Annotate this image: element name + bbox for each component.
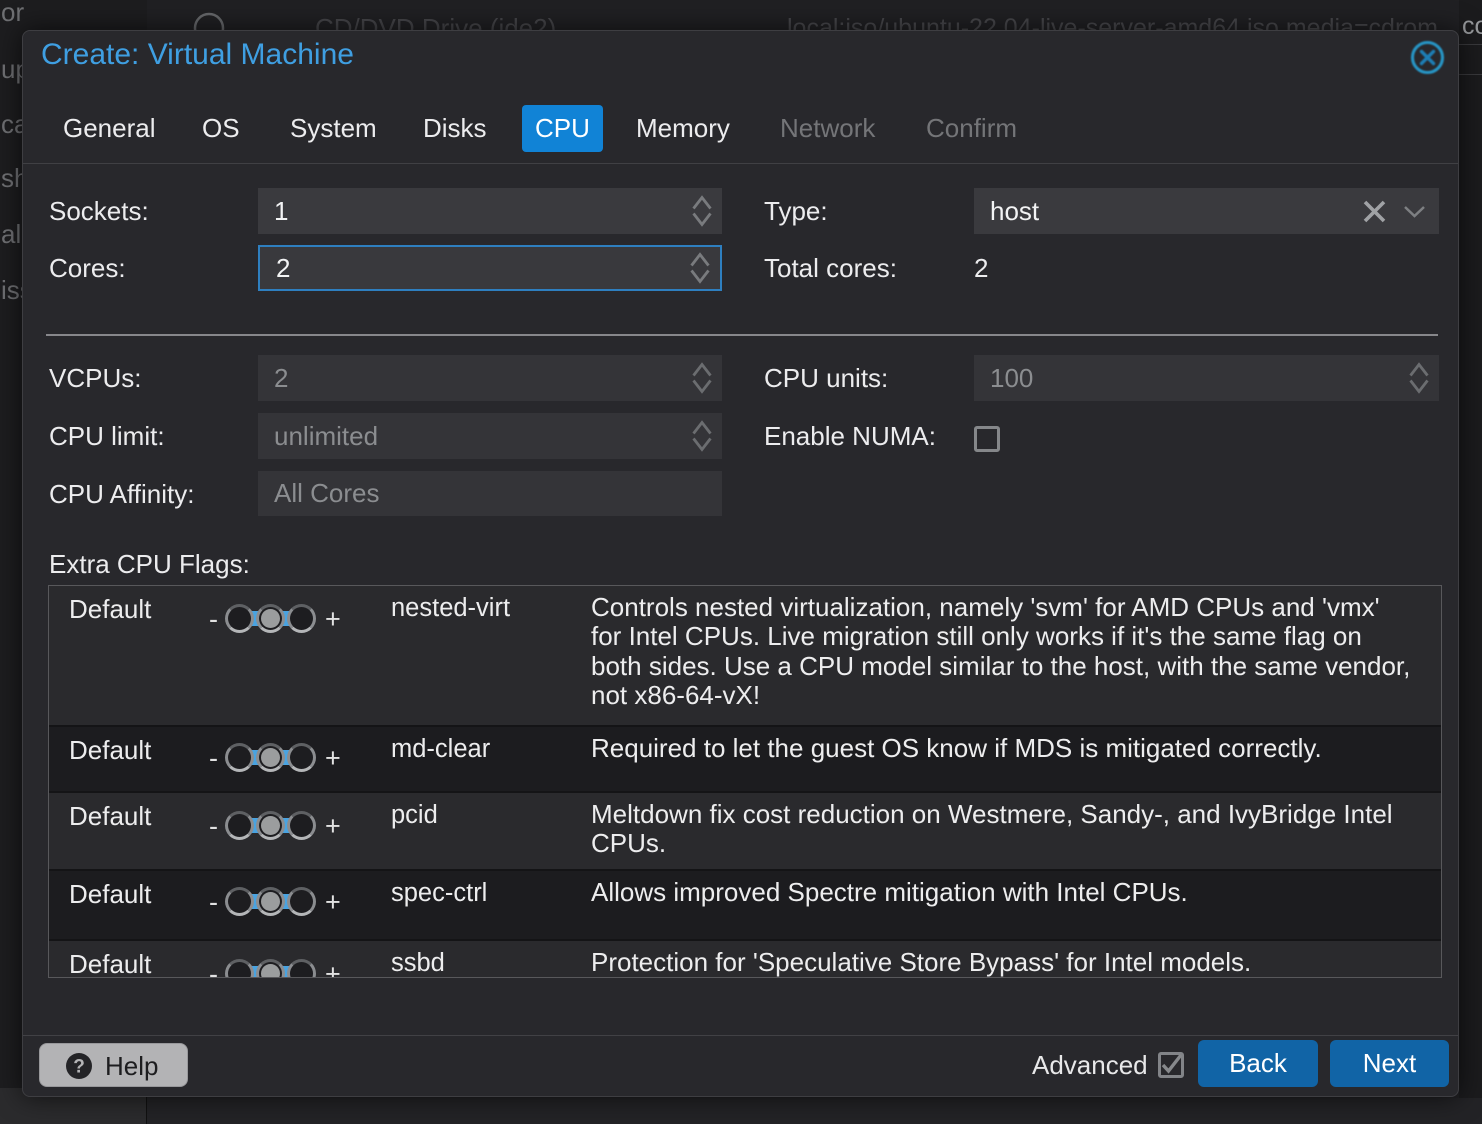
svg-text:?: ? (73, 1057, 85, 1078)
